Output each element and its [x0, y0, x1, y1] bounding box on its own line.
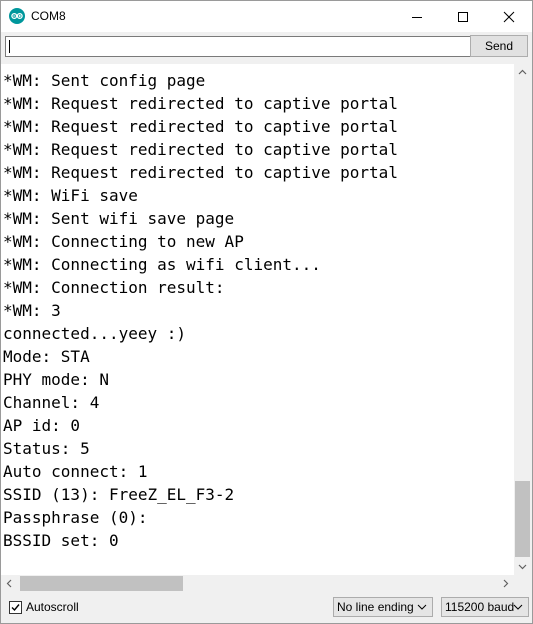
output-line: *WM: Request redirected to captive porta… — [3, 94, 398, 113]
output-line: PHY mode: N — [3, 370, 109, 389]
title-bar[interactable]: COM8 — [1, 1, 532, 32]
arduino-icon — [9, 8, 25, 24]
output-line: BSSID set: 0 — [3, 531, 119, 550]
chevron-down-icon — [513, 604, 523, 610]
text-caret — [9, 40, 10, 53]
checkmark-icon — [11, 604, 20, 612]
window-title: COM8 — [31, 9, 66, 23]
send-button[interactable]: Send — [470, 35, 528, 57]
line-ending-value: No line ending — [337, 600, 414, 614]
close-icon — [503, 11, 515, 23]
maximize-icon — [458, 12, 468, 22]
scroll-left-arrow-icon[interactable] — [1, 575, 18, 592]
output-line: *WM: 3 — [3, 301, 61, 320]
output-line: *WM: WiFi save — [3, 186, 138, 205]
scrollbar-corner — [514, 575, 532, 592]
scroll-right-arrow-icon[interactable] — [497, 575, 514, 592]
maximize-button[interactable] — [440, 1, 486, 32]
line-ending-select[interactable]: No line ending — [333, 597, 433, 617]
minimize-button[interactable] — [394, 1, 440, 32]
send-input[interactable] — [5, 36, 472, 57]
autoscroll-checkbox[interactable] — [9, 601, 22, 614]
output-line: Channel: 4 — [3, 393, 100, 412]
output-line: *WM: Sent wifi save page — [3, 209, 235, 228]
chevron-down-icon — [417, 604, 427, 610]
serial-monitor-window: COM8 Send *WM: Sent config page *WM: Requ… — [0, 0, 533, 624]
output-lines: *WM: Sent config page *WM: Request redire… — [3, 69, 398, 552]
baud-rate-select[interactable]: 115200 baud — [441, 597, 529, 617]
scroll-up-arrow-icon[interactable] — [514, 64, 531, 81]
output-line: *WM: Sent config page — [3, 71, 206, 90]
scroll-down-arrow-icon[interactable] — [514, 558, 531, 575]
output-line: *WM: Connecting as wifi client... — [3, 255, 321, 274]
minimize-icon — [412, 17, 422, 18]
baud-rate-value: 115200 baud — [445, 600, 515, 614]
horizontal-scrollbar[interactable] — [1, 575, 514, 592]
autoscroll-label: Autoscroll — [26, 600, 79, 614]
output-line: *WM: Request redirected to captive porta… — [3, 117, 398, 136]
output-line: Status: 5 — [3, 439, 90, 458]
vertical-scrollbar[interactable] — [514, 64, 531, 575]
output-line: connected...yeey :) — [3, 324, 187, 343]
output-line: *WM: Request redirected to captive porta… — [3, 140, 398, 159]
output-line: SSID (13): FreeZ_EL_F3-2 — [3, 485, 235, 504]
status-bar: Autoscroll No line ending 115200 baud — [1, 593, 532, 623]
horizontal-scroll-thumb[interactable] — [20, 576, 183, 591]
output-line: Auto connect: 1 — [3, 462, 148, 481]
output-line: *WM: Connection result: — [3, 278, 225, 297]
serial-output[interactable]: *WM: Sent config page *WM: Request redire… — [1, 64, 514, 575]
send-row: Send — [1, 32, 532, 62]
close-button[interactable] — [486, 1, 532, 32]
vertical-scroll-thumb[interactable] — [515, 481, 530, 557]
output-line: *WM: Connecting to new AP — [3, 232, 244, 251]
output-line: AP id: 0 — [3, 416, 81, 435]
output-line: Mode: STA — [3, 347, 90, 366]
output-line: *WM: Request redirected to captive porta… — [3, 163, 398, 182]
output-line: Passphrase (0): — [3, 508, 148, 527]
